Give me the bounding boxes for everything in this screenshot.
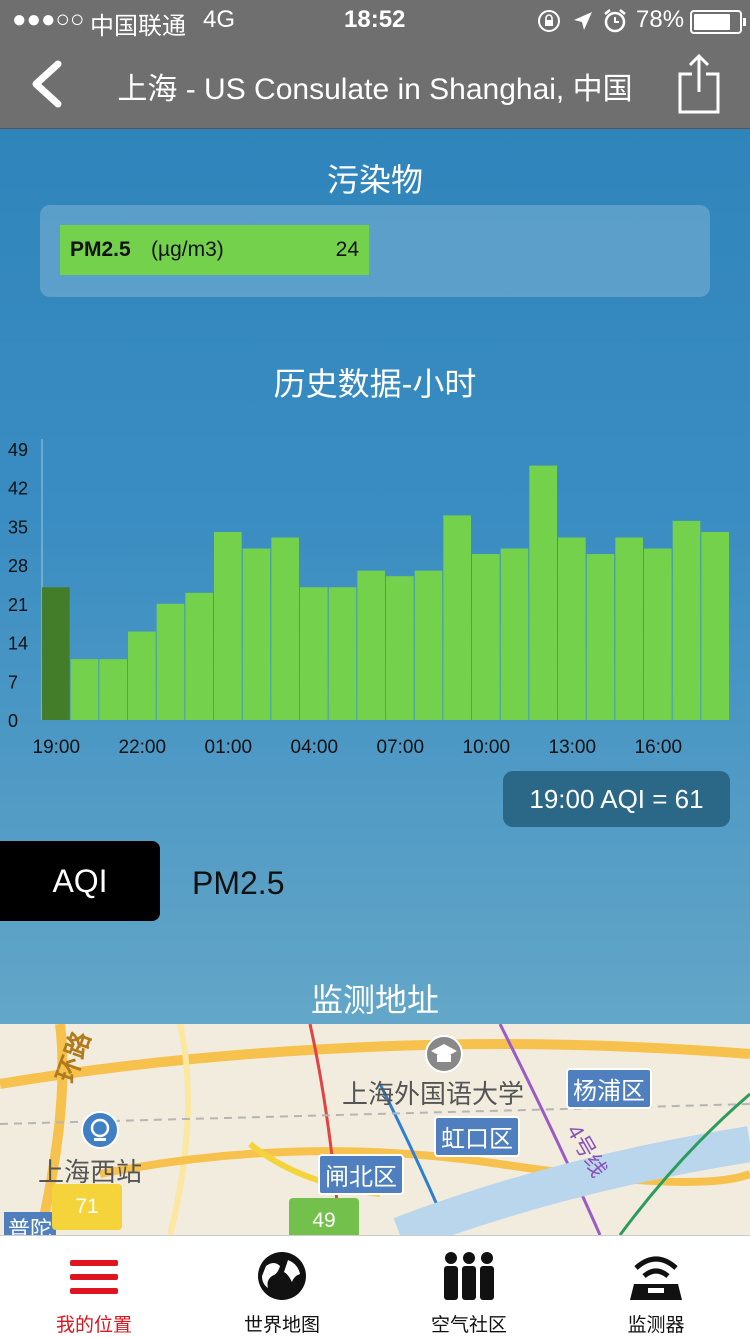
main-content: 污染物 PM2.5 (µg/m3) 24 历史数据-小时 0 7 14 21 28 35 4… bbox=[0, 129, 750, 1235]
chart-bar[interactable] bbox=[214, 531, 242, 720]
pollutant-unit: (µg/m3) bbox=[151, 238, 224, 261]
chart-bar[interactable] bbox=[328, 587, 357, 720]
tab-bar: 我的位置 世界地图 空气社区 监测器 bbox=[0, 1235, 750, 1336]
tab-pm25[interactable]: PM2.5 bbox=[192, 865, 284, 902]
monitor-icon bbox=[630, 1256, 682, 1300]
aqi-marker-yellow[interactable]: 71 bbox=[52, 1184, 122, 1230]
chart-bar[interactable] bbox=[414, 570, 443, 720]
x-tick-label: 10:00 bbox=[463, 737, 511, 758]
chart-bar[interactable] bbox=[300, 587, 328, 720]
x-tick-label: 04:00 bbox=[291, 737, 339, 758]
y-tick-label: 21 bbox=[8, 595, 28, 615]
aqi-readout: 19:00 AQI = 61 bbox=[503, 771, 730, 827]
battery-icon bbox=[690, 10, 746, 34]
chart-bar[interactable] bbox=[386, 576, 414, 720]
x-tick-label: 07:00 bbox=[377, 737, 425, 758]
map-title: 监测地址 bbox=[310, 982, 439, 1018]
chart-bar[interactable] bbox=[529, 465, 557, 720]
page-title: 上海 - US Consulate in Shanghai, 中国 bbox=[117, 73, 633, 106]
battery-percent: 78% bbox=[636, 6, 685, 33]
y-tick-label: 7 bbox=[8, 672, 18, 692]
chart-bar[interactable] bbox=[271, 537, 299, 720]
location-map[interactable]: 上海外国语大学 上海西站 环路 普陀 4号线 杨浦区 虹口区 闸北区 71 49 bbox=[0, 1024, 750, 1235]
y-tick-label: 42 bbox=[8, 479, 28, 499]
nav-bar: 上海 - US Consulate in Shanghai, 中国 bbox=[0, 40, 750, 129]
chart-bar[interactable] bbox=[500, 548, 529, 720]
x-tick-label: 22:00 bbox=[119, 737, 167, 758]
history-title: 历史数据-小时 bbox=[273, 366, 477, 402]
chart-bar[interactable] bbox=[615, 537, 643, 720]
status-bar: ●●●○○ 中国联通 4G 18:52 78% bbox=[0, 0, 750, 40]
pollutants-panel: PM2.5 (µg/m3) 24 bbox=[40, 205, 710, 297]
y-tick-label: 14 bbox=[8, 634, 28, 654]
location-arrow-icon bbox=[574, 12, 592, 30]
tab-label: 监测器 bbox=[627, 1315, 685, 1336]
pollutant-value: 24 bbox=[335, 238, 359, 261]
map-label-university: 上海外国语大学 bbox=[342, 1079, 525, 1109]
pollutants-title: 污染物 bbox=[326, 162, 423, 198]
chart-bar[interactable] bbox=[156, 603, 185, 720]
alarm-icon bbox=[604, 9, 626, 33]
map-label-putuo: 普陀 bbox=[4, 1212, 57, 1235]
network-type: 4G bbox=[203, 6, 236, 33]
pollutant-bar-pm25[interactable]: PM2.5 (µg/m3) 24 bbox=[60, 225, 369, 275]
tab-label: 空气社区 bbox=[430, 1315, 507, 1336]
clock: 18:52 bbox=[344, 6, 406, 33]
carrier-name: 中国联通 bbox=[90, 13, 186, 40]
y-tick-label: 28 bbox=[8, 556, 28, 576]
x-tick-label: 19:00 bbox=[33, 737, 81, 758]
chart-bar[interactable] bbox=[443, 515, 471, 720]
tab-world-map[interactable]: 世界地图 bbox=[188, 1236, 376, 1336]
globe-icon bbox=[258, 1252, 306, 1300]
back-button[interactable] bbox=[26, 56, 76, 112]
menu-icon bbox=[70, 1260, 118, 1294]
train-station-icon bbox=[81, 1111, 119, 1149]
chart-bar[interactable] bbox=[242, 548, 271, 720]
chart-bar[interactable] bbox=[472, 554, 500, 720]
people-icon bbox=[444, 1252, 494, 1300]
chart-bar[interactable] bbox=[672, 520, 701, 720]
share-button[interactable] bbox=[672, 52, 726, 116]
chart-bar[interactable] bbox=[128, 631, 156, 720]
x-tick-label: 16:00 bbox=[635, 737, 683, 758]
chart-bar[interactable] bbox=[185, 592, 213, 720]
university-icon bbox=[425, 1035, 463, 1073]
history-bar-chart[interactable]: 0 7 14 21 28 35 42 49 19:00 22:00 01:00 04:00 07:00 1… bbox=[0, 429, 750, 769]
aqi-marker-green[interactable]: 49 bbox=[289, 1198, 359, 1235]
chart-bar[interactable] bbox=[586, 554, 615, 720]
tab-my-location[interactable]: 我的位置 bbox=[0, 1236, 188, 1336]
y-tick-label: 0 bbox=[8, 711, 18, 731]
tab-aqi[interactable]: AQI bbox=[0, 841, 160, 921]
tab-label: 我的位置 bbox=[55, 1315, 132, 1336]
district-zhabei: 闸北区 bbox=[318, 1154, 404, 1195]
chart-bar[interactable] bbox=[644, 548, 672, 720]
tab-monitor[interactable]: 监测器 bbox=[562, 1236, 750, 1336]
chart-bar[interactable] bbox=[42, 587, 70, 720]
chart-bar[interactable] bbox=[558, 537, 586, 720]
signal-strength: ●●●○○ bbox=[12, 6, 85, 33]
district-hongkou: 虹口区 bbox=[434, 1116, 520, 1157]
rotation-lock-icon bbox=[538, 10, 560, 32]
y-tick-label: 49 bbox=[8, 440, 28, 460]
district-yangpu: 杨浦区 bbox=[566, 1068, 652, 1109]
tab-air-community[interactable]: 空气社区 bbox=[375, 1236, 563, 1336]
x-tick-label: 01:00 bbox=[205, 737, 253, 758]
chart-bar[interactable] bbox=[99, 659, 127, 720]
chart-bar[interactable] bbox=[70, 659, 99, 720]
chart-bar[interactable] bbox=[701, 531, 729, 720]
chart-bar[interactable] bbox=[357, 570, 385, 720]
tab-label: 世界地图 bbox=[243, 1315, 320, 1336]
x-tick-label: 13:00 bbox=[549, 737, 597, 758]
y-tick-label: 35 bbox=[8, 517, 28, 537]
pollutant-name: PM2.5 bbox=[70, 238, 131, 261]
